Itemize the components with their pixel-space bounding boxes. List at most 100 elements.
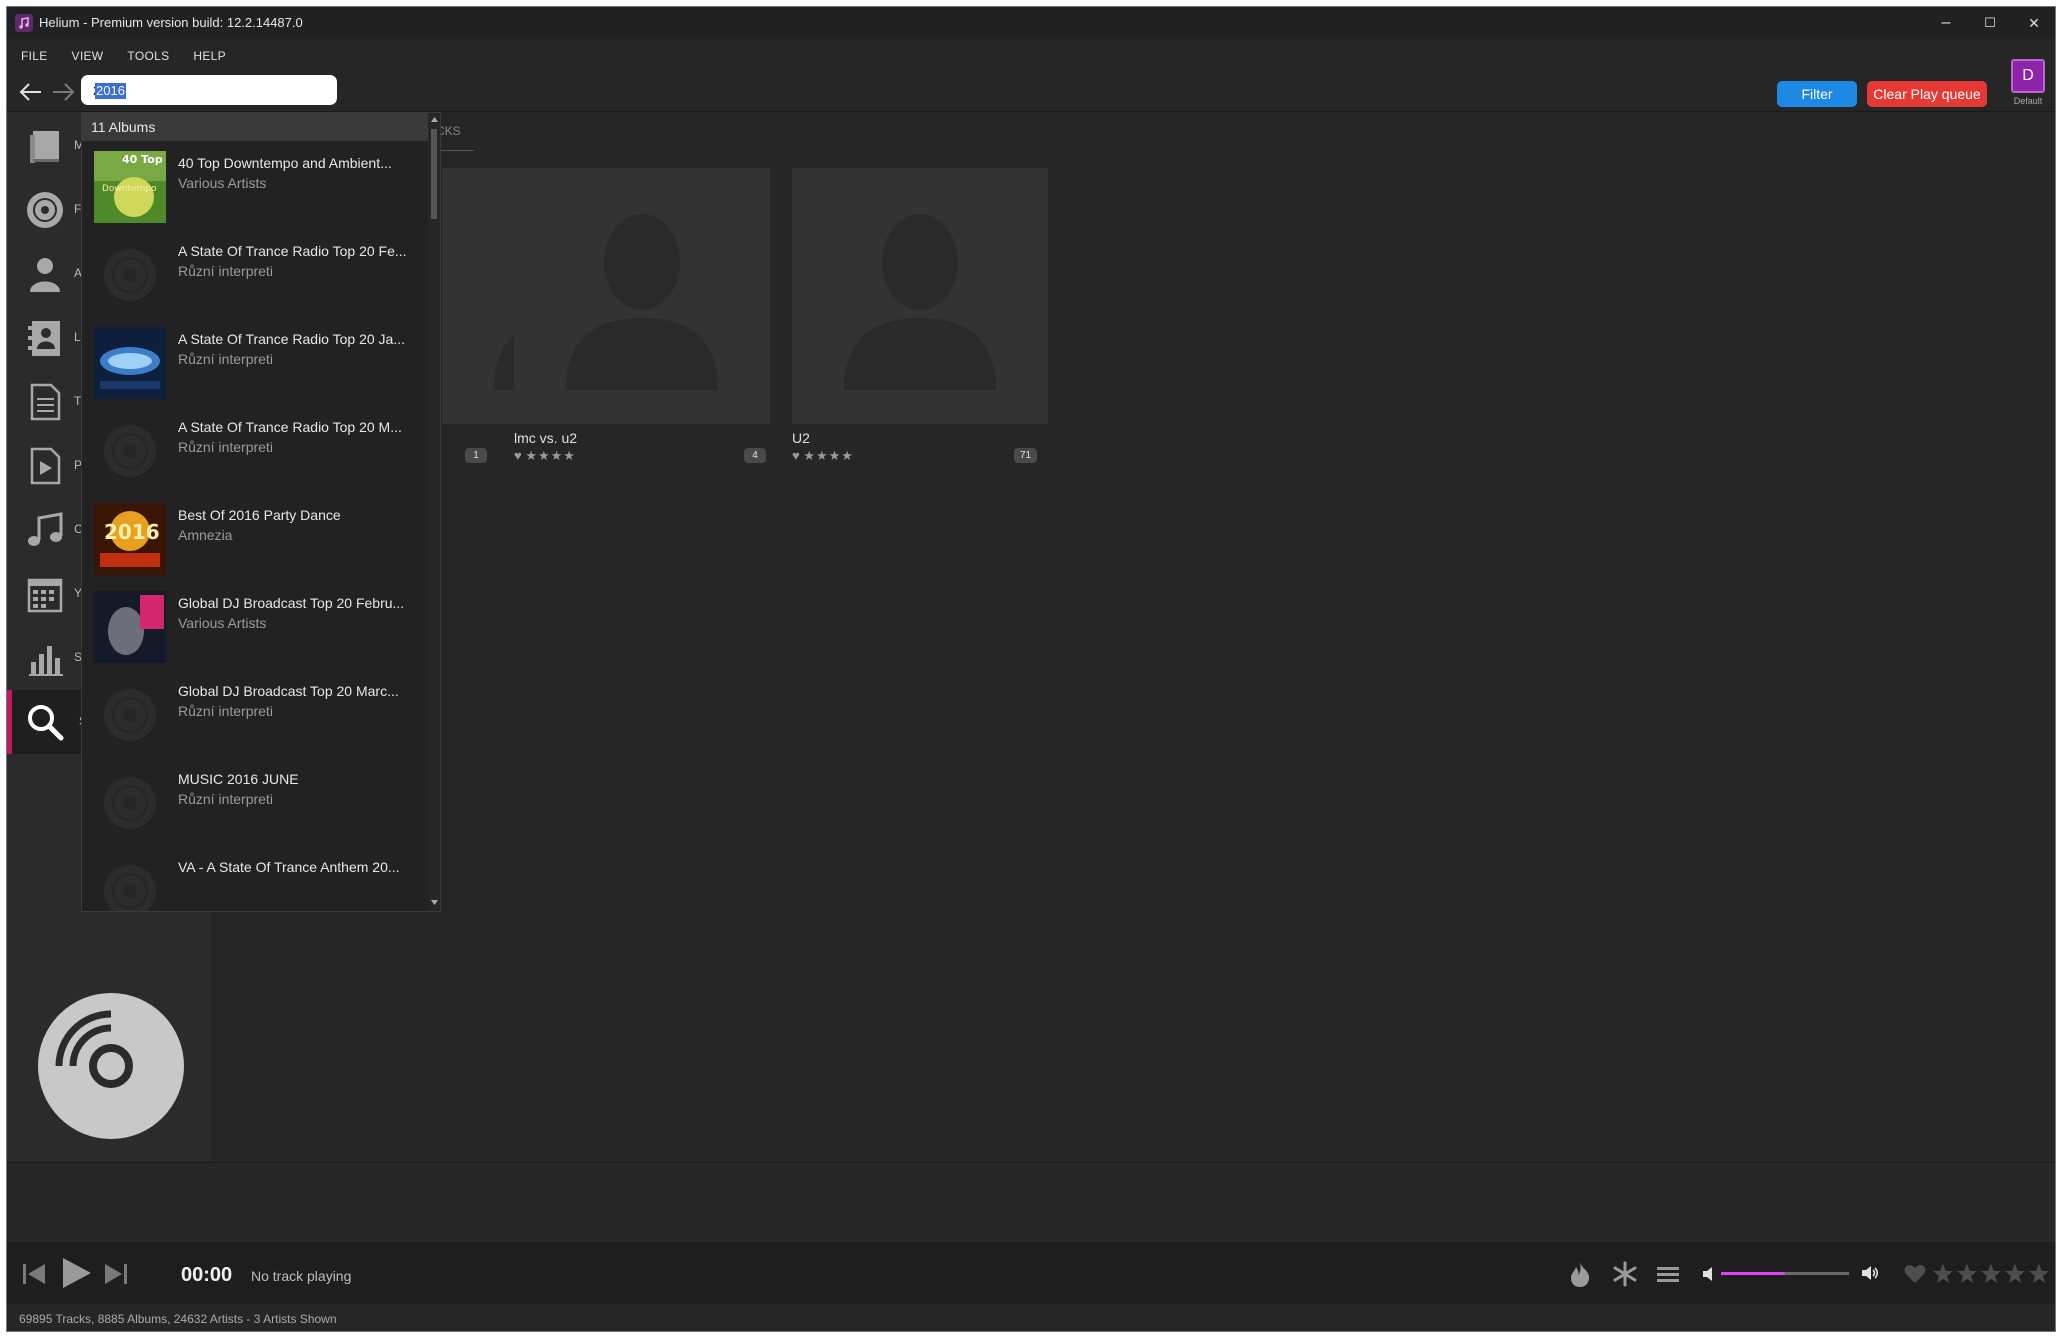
profile-avatar[interactable]: D — [2011, 59, 2045, 93]
queue-list-icon[interactable] — [1655, 1262, 1681, 1286]
play-icon[interactable] — [59, 1256, 93, 1290]
svg-text:Downtempo: Downtempo — [102, 184, 157, 194]
result-artist: Různí interpreti — [178, 791, 273, 807]
contacts-icon — [28, 321, 60, 356]
artist-tile[interactable] — [514, 168, 770, 424]
tab-underline — [436, 150, 474, 151]
menu-file[interactable]: FILE — [7, 45, 58, 69]
app-window: Helium - Premium version build: 12.2.144… — [6, 6, 2056, 1332]
album-disc-icon — [27, 192, 63, 228]
rating-stars-icon[interactable]: ★★★★ — [803, 448, 854, 463]
artist-count-badge: 4 — [744, 448, 766, 463]
artist-tile[interactable] — [792, 168, 1048, 424]
result-title: A State Of Trance Radio Top 20 M... — [178, 419, 402, 435]
calendar-icon — [27, 578, 63, 613]
filter-button[interactable]: Filter — [1777, 81, 1857, 107]
heart-icon[interactable]: ♥ — [514, 448, 522, 463]
artist-count-badge: 71 — [1014, 448, 1038, 463]
maximize-button[interactable]: ☐ — [1968, 7, 2012, 39]
elapsed-time: 00:00 — [181, 1264, 233, 1286]
menu-bar: FILE VIEW TOOLS HELP — [7, 45, 236, 69]
player-bar: 00:00 No track playing — [7, 1242, 2055, 1304]
result-title: A State Of Trance Radio Top 20 Ja... — [178, 331, 405, 347]
artist-name[interactable]: U2 — [792, 430, 810, 446]
result-title: Global DJ Broadcast Top 20 Febru... — [178, 595, 405, 611]
album-cover — [94, 591, 166, 663]
album-cover: 40 Top Downtempo — [94, 151, 166, 223]
svg-text:2016: 2016 — [104, 520, 160, 544]
search-selected-text: 2016 — [95, 83, 126, 99]
result-artist: Různí interpreti — [178, 351, 273, 367]
close-button[interactable]: ✕ — [2012, 7, 2055, 39]
now-playing-status: No track playing — [251, 1268, 352, 1284]
result-artist: Amnezia — [178, 527, 233, 543]
search-result-item[interactable]: A State Of Trance Radio Top 20 M... Různ… — [82, 405, 428, 493]
menu-tools[interactable]: TOOLS — [113, 45, 179, 69]
rating-stars-icon[interactable]: ★★★★ — [525, 448, 576, 463]
music-note-icon — [28, 512, 63, 546]
result-title: 40 Top Downtempo and Ambient... — [178, 155, 392, 171]
disc-placeholder-icon — [104, 689, 156, 741]
svg-text:40 Top: 40 Top — [122, 153, 163, 166]
result-title: Best Of 2016 Party Dance — [178, 507, 341, 523]
volume-high-icon[interactable] — [1861, 1264, 1879, 1282]
statistics-icon — [29, 646, 63, 676]
search-result-item[interactable]: A State Of Trance Radio Top 20 Fe... Růz… — [82, 229, 428, 317]
scroll-up-icon[interactable] — [430, 115, 439, 123]
album-cover — [94, 327, 166, 399]
result-artist: Various Artists — [178, 175, 267, 191]
search-result-item[interactable]: A State Of Trance Radio Top 20 Ja... Růz… — [82, 317, 428, 405]
status-bar: 69895 Tracks, 8885 Albums, 24632 Artists… — [7, 1304, 2055, 1331]
volume-low-icon[interactable] — [1701, 1266, 1713, 1282]
menu-help[interactable]: HELP — [179, 45, 236, 69]
flame-icon[interactable] — [1567, 1260, 1593, 1288]
minimize-button[interactable]: – — [1924, 7, 1968, 39]
sidebar-label: L — [74, 330, 81, 344]
title-bar: Helium - Premium version build: 12.2.144… — [7, 7, 2055, 39]
result-artist: Různí interpreti — [178, 439, 273, 455]
dropdown-scrollbar[interactable] — [428, 113, 440, 911]
artist-name[interactable]: lmc vs. u2 — [514, 430, 577, 446]
library-icon — [30, 131, 59, 163]
back-arrow-icon[interactable] — [17, 79, 45, 105]
search-result-item[interactable]: MUSIC 2016 JUNE Různí interpreti — [82, 757, 428, 845]
document-icon — [30, 383, 61, 421]
result-artist: Různí interpreti — [178, 703, 273, 719]
disc-placeholder-icon — [104, 249, 156, 301]
artist-rating[interactable]: ♥ ★★★★ — [514, 448, 576, 464]
library-stats: 69895 Tracks, 8885 Albums, 24632 Artists… — [19, 1312, 337, 1326]
artist-placeholder-icon — [566, 214, 718, 390]
forward-arrow-icon[interactable] — [49, 79, 77, 105]
search-icon — [28, 705, 64, 741]
profile-label: Default — [2013, 96, 2043, 106]
result-title: A State Of Trance Radio Top 20 Fe... — [178, 243, 407, 259]
artist-icon — [30, 258, 60, 292]
result-artist: Various Artists — [178, 615, 267, 631]
result-title: Global DJ Broadcast Top 20 Marc... — [178, 683, 399, 699]
search-result-item[interactable]: 2016 Best Of 2016 Party Dance Amnezia — [82, 493, 428, 581]
track-rating-icon[interactable] — [1903, 1262, 2051, 1286]
heart-icon[interactable]: ♥ — [792, 448, 800, 463]
volume-slider[interactable] — [1721, 1272, 1849, 1275]
previous-track-icon[interactable] — [21, 1262, 47, 1286]
playlist-play-icon — [30, 447, 61, 485]
scroll-down-icon[interactable] — [430, 899, 439, 907]
scrollbar-thumb[interactable] — [431, 129, 437, 219]
search-result-item[interactable]: VA - A State Of Trance Anthem 20... — [82, 845, 428, 911]
album-placeholder-disc-icon — [38, 993, 184, 1139]
search-result-item[interactable]: Global DJ Broadcast Top 20 Febru... Vari… — [82, 581, 428, 669]
menu-view[interactable]: VIEW — [58, 45, 114, 69]
shuffle-asterisk-icon[interactable] — [1611, 1260, 1639, 1288]
artist-placeholder-icon — [844, 214, 996, 390]
disc-placeholder-icon — [104, 425, 156, 477]
clear-play-queue-button[interactable]: Clear Play queue — [1867, 81, 1987, 107]
window-title: Helium - Premium version build: 12.2.144… — [39, 15, 303, 30]
main-content: CKS 1 lmc vs. u2 ♥ ★★★★ 4 U2 ♥ ★★★★ 71 — [212, 112, 2055, 1162]
search-result-item[interactable]: Global DJ Broadcast Top 20 Marc... Různí… — [82, 669, 428, 757]
search-result-item[interactable]: 40 Top Downtempo 40 Top Downtempo and Am… — [82, 141, 428, 229]
artist-rating[interactable]: ♥ ★★★★ — [792, 448, 854, 464]
next-track-icon[interactable] — [103, 1262, 129, 1286]
helium-logo-icon — [15, 14, 33, 32]
disc-placeholder-icon — [104, 777, 156, 829]
results-header: 11 Albums — [82, 113, 428, 141]
